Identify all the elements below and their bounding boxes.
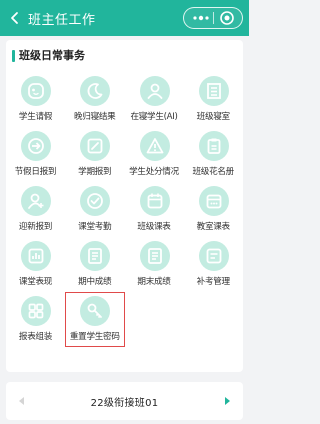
user-add-icon <box>21 186 51 216</box>
tile-label: 期末成绩 <box>137 277 171 287</box>
exam-icon <box>198 241 229 271</box>
tile-classroom-schedule[interactable]: 教室课表 <box>184 182 243 237</box>
target-circle-icon[interactable] <box>219 10 235 26</box>
tile-label: 在寝学生(AI) <box>130 112 178 122</box>
arrow-circle-icon <box>21 131 51 161</box>
edit-doc-icon <box>80 131 111 161</box>
tile-freshman-check-in[interactable]: 迎新报到 <box>6 182 65 237</box>
tile-final-grades[interactable]: 期末成绩 <box>125 237 184 292</box>
tile-label: 班级课表 <box>137 222 171 232</box>
moon-icon <box>80 76 111 106</box>
tile-label: 补考管理 <box>196 277 230 287</box>
check-circle-icon <box>80 186 111 216</box>
list-doc-icon <box>139 241 170 271</box>
clipboard-icon <box>198 131 229 161</box>
tile-report-assembly[interactable]: 报表组装 <box>6 292 65 347</box>
current-class-name: 22级衔接班01 <box>90 398 159 409</box>
section-accent-bar <box>12 50 15 62</box>
grid-blocks-icon <box>21 296 51 326</box>
warning-triangle-icon <box>139 131 170 161</box>
tile-reset-student-password[interactable]: 重置学生密码 <box>65 292 125 347</box>
building-icon <box>198 76 229 106</box>
tile-label: 重置学生密码 <box>69 332 120 342</box>
tile-class-attendance[interactable]: 课堂考勤 <box>65 182 124 237</box>
chevron-left-icon[interactable] <box>8 11 22 25</box>
smile-face-icon <box>21 76 51 106</box>
tile-late-return[interactable]: 晚归寝结果 <box>65 72 124 127</box>
tile-label: 课堂表现 <box>18 277 53 287</box>
tile-makeup-exam[interactable]: 补考管理 <box>184 237 243 292</box>
function-grid: 学生请假 晚归寝结果 在寝学生(AI) 班级寝室 节假日报到 学期报到 学生处分… <box>6 72 243 347</box>
mini-program-capsule <box>183 7 243 29</box>
class-selector: 22级衔接班01 <box>6 382 243 420</box>
tile-class-performance[interactable]: 课堂表现 <box>6 237 65 292</box>
top-navigation-bar: 班主任工作 <box>0 0 249 36</box>
tile-label: 课堂考勤 <box>78 222 112 232</box>
tile-label: 节假日报到 <box>14 167 57 177</box>
page-title: 班主任工作 <box>28 13 96 28</box>
calendar-grid-icon <box>198 186 229 216</box>
more-dots-icon[interactable] <box>191 11 211 25</box>
capsule-divider <box>213 12 214 24</box>
next-class-arrow-icon[interactable] <box>225 397 230 405</box>
daily-affairs-card: 班级日常事务 学生请假 晚归寝结果 在寝学生(AI) 班级寝室 节假日报到 学期… <box>6 40 243 372</box>
tile-label: 期中成绩 <box>78 277 112 287</box>
tile-midterm-grades[interactable]: 期中成绩 <box>65 237 124 292</box>
tile-class-dorm[interactable]: 班级寝室 <box>184 72 243 127</box>
chart-doc-icon <box>21 241 51 271</box>
tile-class-schedule[interactable]: 班级课表 <box>125 182 184 237</box>
tile-holiday-check-in[interactable]: 节假日报到 <box>6 127 65 182</box>
tile-label: 学生处分情况 <box>129 167 179 177</box>
tile-semester-check-in[interactable]: 学期报到 <box>65 127 124 182</box>
tile-label: 迎新报到 <box>18 222 53 232</box>
tile-label: 报表组装 <box>18 332 53 342</box>
list-doc-icon <box>80 241 111 271</box>
tile-label: 学期报到 <box>78 167 112 177</box>
key-icon <box>80 296 111 326</box>
tile-in-dorm-ai[interactable]: 在寝学生(AI) <box>125 72 184 127</box>
tile-label: 晚归寝结果 <box>74 112 116 122</box>
tile-student-leave[interactable]: 学生请假 <box>6 72 65 127</box>
tile-label: 班级花名册 <box>192 167 235 177</box>
calendar-icon <box>139 186 170 216</box>
tile-class-roster[interactable]: 班级花名册 <box>184 127 243 182</box>
tile-label: 教室课表 <box>196 222 230 232</box>
section-title: 班级日常事务 <box>19 49 85 62</box>
person-check-icon <box>139 76 170 106</box>
tile-label: 学生请假 <box>18 112 53 122</box>
tile-label: 班级寝室 <box>196 112 230 122</box>
tile-student-discipline[interactable]: 学生处分情况 <box>125 127 184 182</box>
